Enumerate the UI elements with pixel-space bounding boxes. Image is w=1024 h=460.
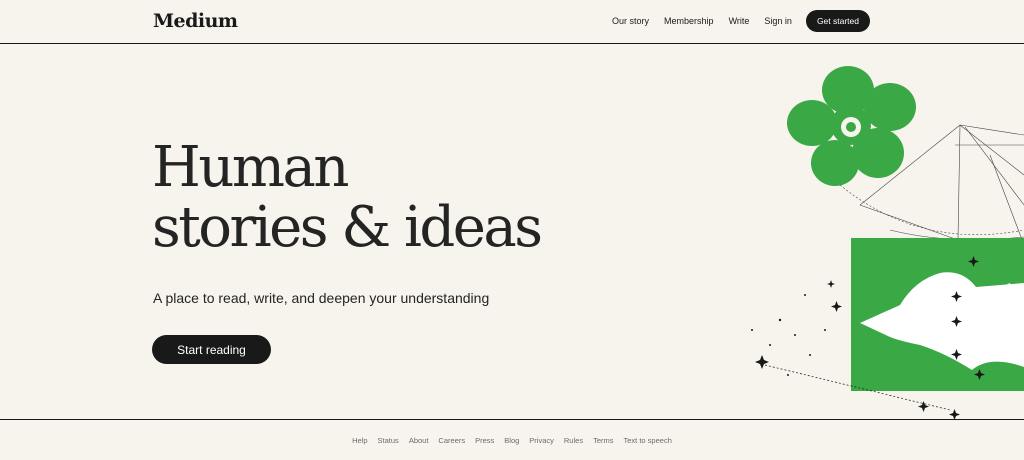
medium-logo[interactable]: Medium (153, 10, 238, 32)
footer: Help Status About Careers Press Blog Pri… (0, 419, 1024, 460)
nav-write[interactable]: Write (729, 16, 750, 26)
nav-membership[interactable]: Membership (664, 16, 714, 26)
get-started-button[interactable]: Get started (805, 10, 870, 32)
footer-link-blog[interactable]: Blog (504, 436, 519, 445)
start-reading-button[interactable]: Start reading (152, 335, 271, 364)
footer-link-help[interactable]: Help (352, 436, 367, 445)
hero-title-line-2: stories & ideas (152, 195, 543, 260)
footer-link-press[interactable]: Press (475, 436, 494, 445)
footer-links: Help Status About Careers Press Blog Pri… (0, 436, 1024, 445)
hero-subtitle: A place to read, write, and deepen your … (153, 290, 490, 306)
footer-link-rules[interactable]: Rules (564, 436, 583, 445)
nav-our-story[interactable]: Our story (612, 16, 649, 26)
footer-link-text-to-speech[interactable]: Text to speech (624, 436, 672, 445)
footer-link-privacy[interactable]: Privacy (529, 436, 554, 445)
nav-sign-in[interactable]: Sign in (764, 16, 792, 26)
footer-link-about[interactable]: About (409, 436, 429, 445)
top-navbar: Medium Our story Membership Write Sign i… (0, 0, 1024, 44)
hero-illustration (751, 66, 1024, 420)
footer-link-terms[interactable]: Terms (593, 436, 613, 445)
hero-title: Human stories & ideas (152, 135, 543, 260)
footer-link-careers[interactable]: Careers (438, 436, 465, 445)
hero-title-line-1: Human (152, 135, 349, 200)
footer-link-status[interactable]: Status (378, 436, 399, 445)
top-nav: Our story Membership Write Sign in Get s… (597, 10, 870, 32)
